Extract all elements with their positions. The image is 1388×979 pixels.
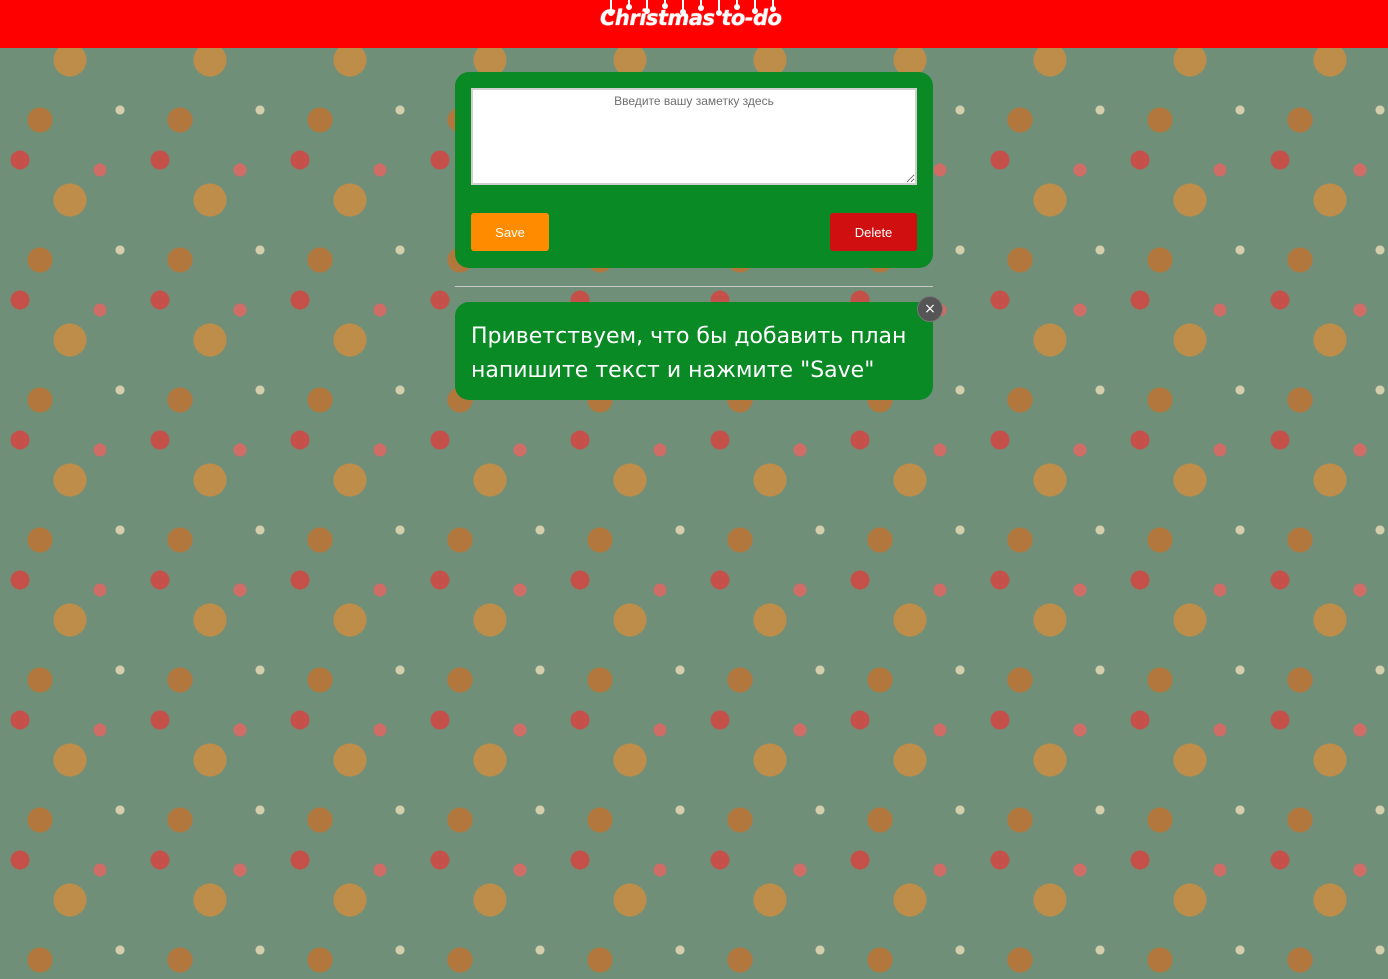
- note-item: Приветствуем, что бы добавить план напиш…: [455, 302, 933, 400]
- header-logo: Christmas to-do: [600, 0, 790, 34]
- top-header: Christmas to-do: [0, 0, 1388, 48]
- close-note-button[interactable]: ×: [917, 296, 943, 322]
- note-input[interactable]: [471, 88, 917, 185]
- delete-button[interactable]: Delete: [830, 213, 917, 251]
- ornament-string: [662, 0, 668, 9]
- note-text: Приветствуем, что бы добавить план напиш…: [471, 324, 907, 383]
- save-button[interactable]: Save: [471, 213, 549, 251]
- close-icon: ×: [924, 301, 936, 317]
- note-editor-card: Save Delete: [455, 72, 933, 268]
- page-title: Christmas to-do: [600, 6, 782, 30]
- divider: [455, 286, 933, 287]
